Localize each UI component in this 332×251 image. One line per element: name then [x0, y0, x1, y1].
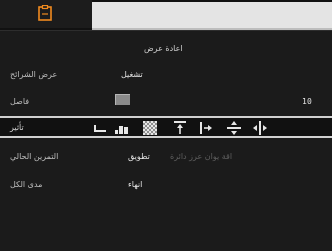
range-all-label: مدى الكل [10, 180, 43, 189]
current-exercise-label: التمرين الحالي [10, 152, 59, 161]
interval-label: فاصل [10, 97, 30, 106]
interval-value: 10 [302, 97, 313, 106]
current-exercise-options: اقة يوان عرز دائرة [170, 152, 233, 161]
settings-panel: اعادة عرض عرض الشرائح تشغيل فاصل 10 تأثي… [0, 30, 332, 251]
effect-row[interactable]: تأثير [0, 116, 332, 138]
clipboard-icon [38, 5, 52, 21]
split-horizontal-icon[interactable] [252, 120, 268, 136]
tab-inactive[interactable] [92, 2, 332, 30]
tab-bar [0, 0, 332, 30]
bar-chart-icon[interactable] [114, 120, 130, 136]
carriage-return-icon[interactable] [92, 120, 108, 136]
tab-playback[interactable] [0, 0, 92, 28]
interval-slider-knob[interactable] [115, 94, 130, 105]
split-vertical-icon[interactable] [226, 120, 242, 136]
slideshow-label: عرض الشرائح [10, 70, 58, 79]
current-exercise-value[interactable]: تطويق [128, 152, 150, 161]
effect-label: تأثير [10, 123, 24, 132]
slideshow-value[interactable]: تشغيل [121, 70, 143, 79]
align-top-icon[interactable] [172, 120, 188, 136]
checker-icon[interactable] [142, 120, 158, 136]
push-right-icon[interactable] [198, 120, 214, 136]
range-all-value[interactable]: انهاء [128, 180, 142, 189]
panel-title: اعادة عرض [144, 44, 183, 53]
